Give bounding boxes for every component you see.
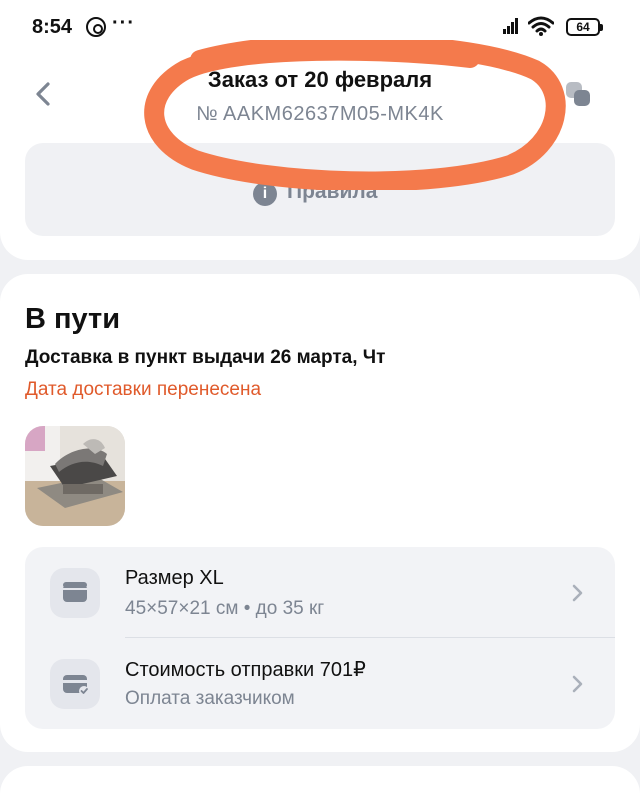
info-icon: i <box>253 182 277 206</box>
rules-label: Правила <box>287 180 378 203</box>
chevron-right-icon[interactable] <box>568 583 588 603</box>
copy-icon[interactable] <box>566 82 592 108</box>
wifi-icon <box>528 16 554 36</box>
more-notifications-icon: ··· <box>112 12 135 34</box>
order-status-title: В пути <box>25 303 121 335</box>
delivery-info: Доставка в пункт выдачи 26 марта, Чт <box>25 347 386 368</box>
shipping-payer: Оплата заказчиком <box>125 688 295 709</box>
parcel-size-dimensions: 45×57×21 см • до 35 кг <box>125 598 325 619</box>
divider <box>125 637 615 638</box>
card-icon <box>63 675 89 696</box>
signal-icon <box>503 18 519 34</box>
page-title: Заказ от 20 февраля <box>207 67 433 92</box>
shipping-cost-title[interactable]: Стоимость отправки 701₽ <box>125 657 366 682</box>
status-time: 8:54 <box>32 16 73 38</box>
product-photo <box>25 426 125 526</box>
order-number[interactable]: № AAKM62637M05-MK4K <box>0 103 640 126</box>
box-icon <box>63 582 87 602</box>
shipment-details-panel <box>25 547 615 729</box>
status-bar: 8:54 ··· 64 <box>0 0 640 56</box>
next-section-card <box>0 766 640 795</box>
delivery-rescheduled-notice: Дата доставки перенесена <box>25 379 262 400</box>
parcel-size-row-icon <box>50 568 100 618</box>
parcel-size-title[interactable]: Размер XL <box>125 567 224 590</box>
whatsapp-icon <box>86 17 106 37</box>
product-thumbnail[interactable] <box>25 426 125 526</box>
battery-icon: 64 <box>566 18 603 36</box>
shipping-cost-row-icon <box>50 659 100 709</box>
chevron-right-icon[interactable] <box>568 674 588 694</box>
